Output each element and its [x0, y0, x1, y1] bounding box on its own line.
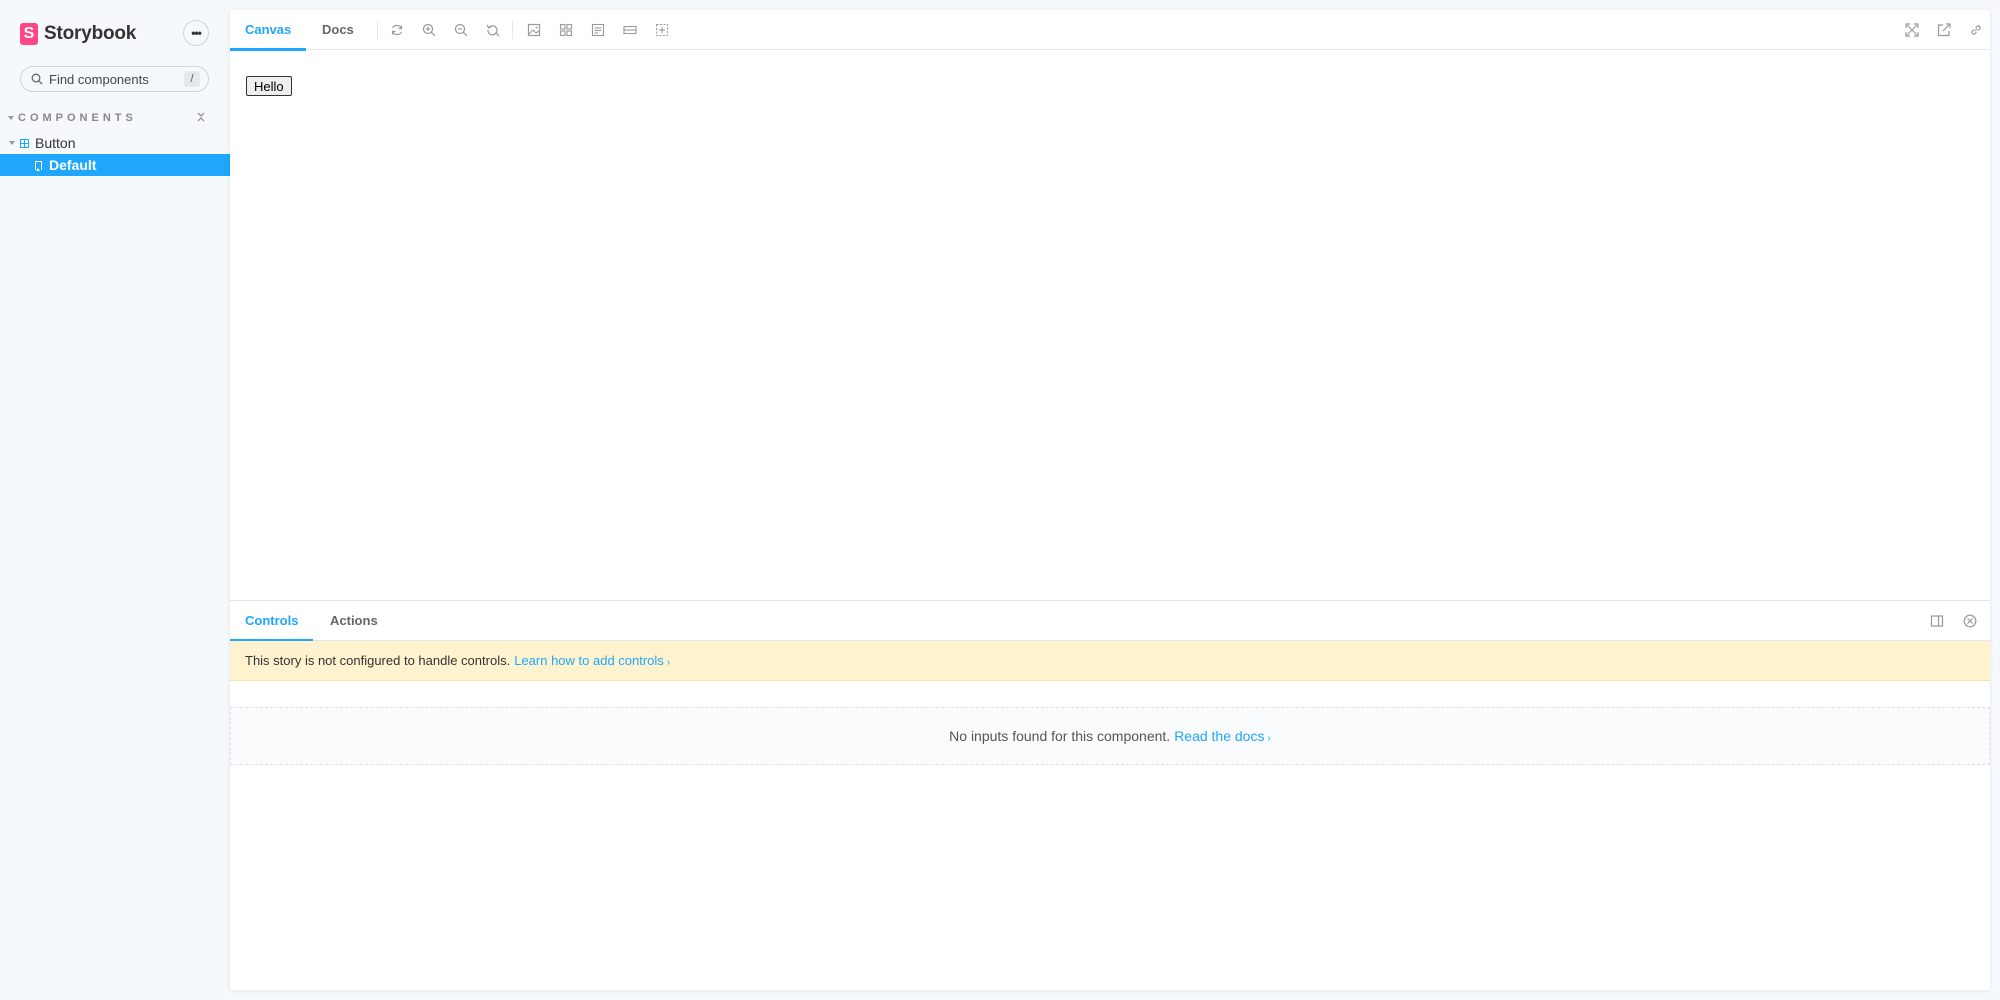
tree-item-label: Button — [35, 135, 76, 151]
brand[interactable]: S Storybook — [20, 22, 136, 46]
ellipsis-icon: ••• — [191, 26, 202, 40]
addons-panel: Controls Actions This story is not confi… — [229, 600, 1990, 991]
tree-item-button[interactable]: Button — [0, 132, 230, 154]
search-shortcut-badge: / — [184, 71, 200, 87]
caret-down-icon — [8, 116, 14, 120]
tab-docs[interactable]: Docs — [322, 10, 354, 50]
caret-down-icon — [9, 141, 15, 145]
grid-icon[interactable] — [559, 23, 573, 37]
search-icon — [31, 73, 43, 85]
toolbar: Canvas Docs — [229, 10, 1990, 51]
reload-icon[interactable] — [390, 23, 404, 37]
zoom-reset-icon[interactable] — [486, 23, 500, 37]
components-section-header[interactable]: COMPONENTS — [8, 110, 208, 126]
background-icon[interactable] — [527, 23, 541, 37]
brand-name: Storybook — [44, 23, 137, 44]
warning-text: This story is not configured to handle c… — [245, 653, 511, 668]
open-new-tab-icon[interactable] — [1937, 23, 1951, 37]
close-panel-icon[interactable] — [1963, 614, 1977, 628]
viewport-icon[interactable] — [591, 23, 605, 37]
canvas-preview: Hello — [230, 50, 1990, 610]
tab-canvas[interactable]: Canvas — [229, 10, 307, 51]
outline-icon[interactable] — [655, 23, 669, 37]
panel-orientation-icon[interactable] — [1930, 614, 1944, 628]
measure-icon[interactable] — [623, 23, 637, 37]
chevron-right-icon: › — [666, 657, 671, 668]
search-input[interactable] — [49, 71, 169, 87]
search-box[interactable]: / — [20, 66, 209, 92]
sidebar: S Storybook ••• / COMPONENTS Button Defa… — [0, 0, 230, 1000]
addons-tabbar: Controls Actions — [229, 601, 1990, 642]
toolbar-divider — [377, 21, 378, 39]
storybook-logo: S — [20, 23, 38, 45]
learn-controls-label: Learn how to add controls — [514, 653, 664, 668]
tab-controls[interactable]: Controls — [229, 601, 315, 642]
tree-item-default[interactable]: Default — [0, 154, 230, 176]
controls-warning: This story is not configured to handle c… — [230, 641, 1990, 681]
collapse-all-icon[interactable] — [194, 111, 208, 125]
read-docs-link[interactable]: Read the docs › — [1174, 728, 1271, 744]
empty-inputs-message: No inputs found for this component. Read… — [230, 707, 1990, 765]
tree-item-label: Default — [49, 157, 97, 173]
chevron-right-icon: › — [1267, 733, 1271, 744]
toolbar-divider — [512, 21, 513, 39]
menu-button[interactable]: ••• — [183, 20, 209, 46]
tab-actions[interactable]: Actions — [330, 601, 378, 641]
fullscreen-icon[interactable] — [1905, 23, 1919, 37]
zoom-out-icon[interactable] — [454, 23, 468, 37]
component-icon — [20, 138, 29, 148]
empty-text: No inputs found for this component. — [949, 728, 1171, 744]
zoom-in-icon[interactable] — [422, 23, 436, 37]
learn-controls-link[interactable]: Learn how to add controls › — [514, 653, 670, 668]
main-panel: Canvas Docs Hello Controls Actions This … — [229, 10, 1990, 991]
bookmark-icon — [35, 160, 42, 171]
hello-button[interactable]: Hello — [246, 76, 292, 96]
read-docs-label: Read the docs — [1174, 728, 1265, 744]
section-title: COMPONENTS — [18, 112, 137, 124]
copy-link-icon[interactable] — [1969, 23, 1983, 37]
